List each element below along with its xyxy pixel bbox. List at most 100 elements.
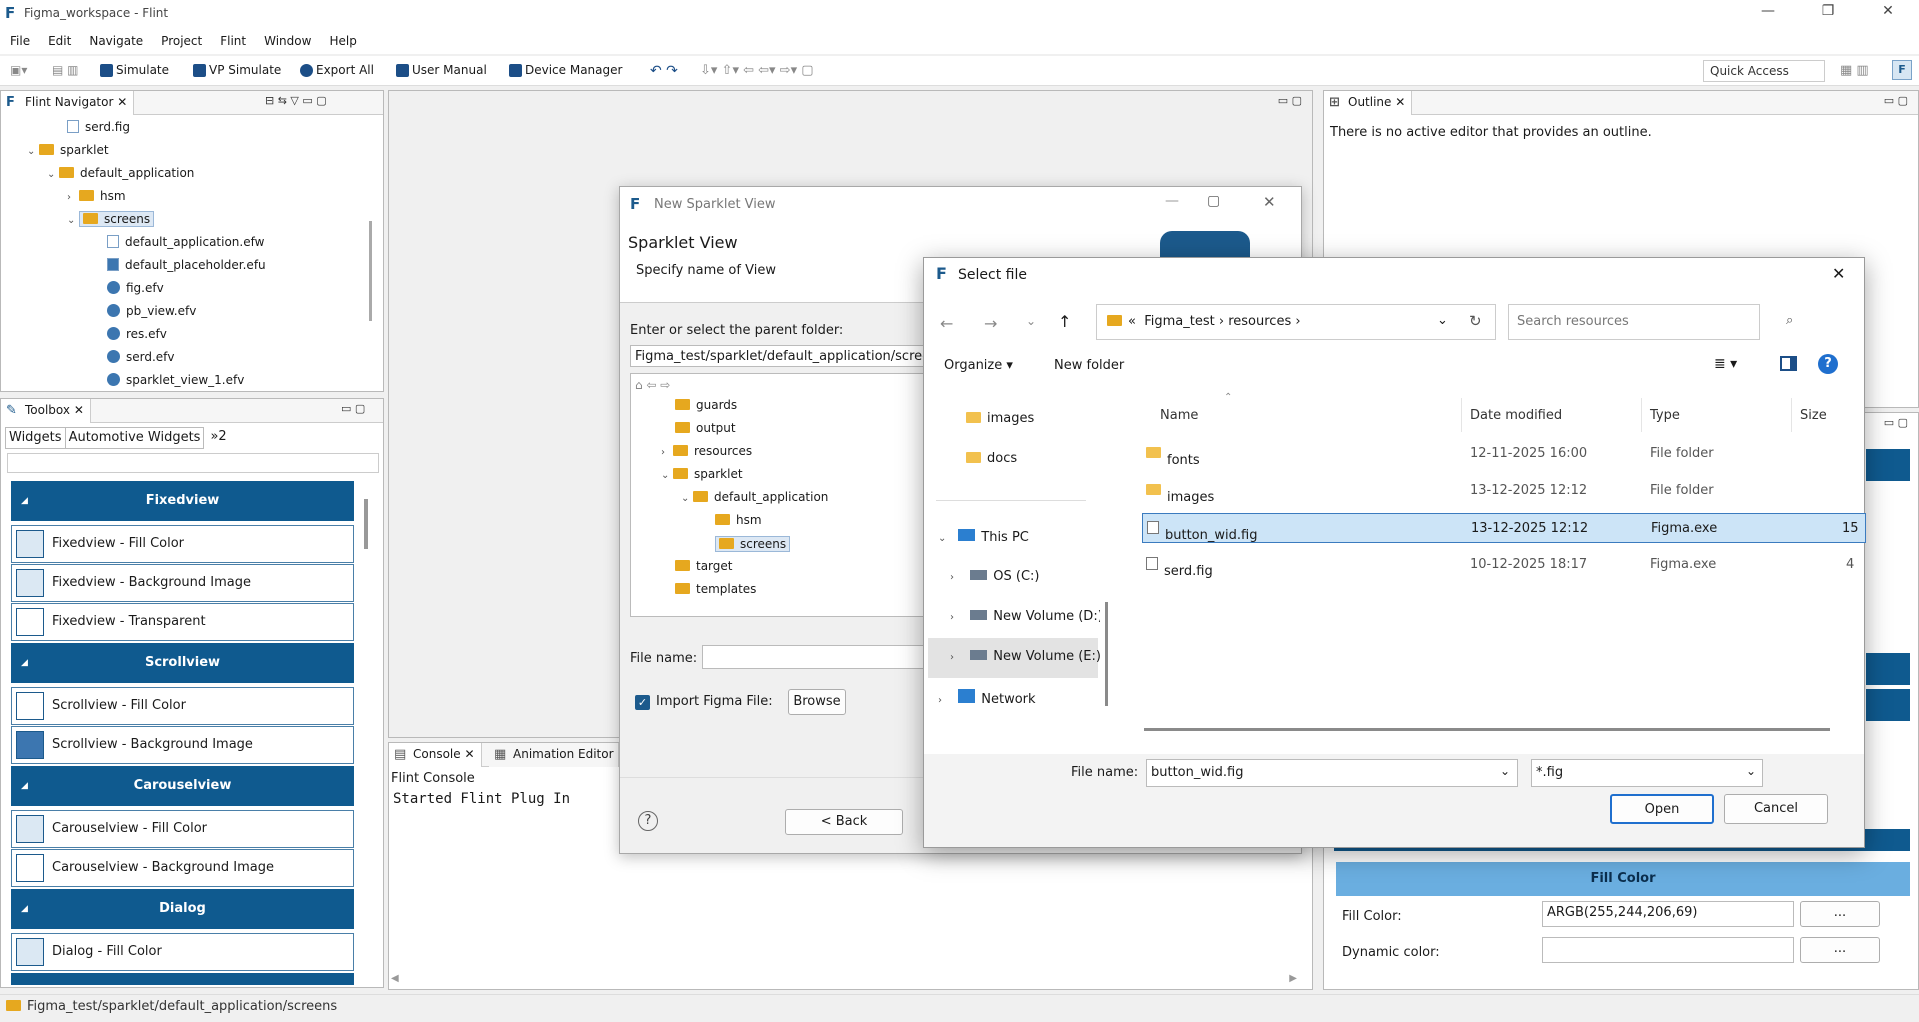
maximize-button[interactable]: ❐	[1813, 3, 1843, 19]
folder-output[interactable]: output	[675, 421, 736, 435]
export-all-button[interactable]: Export All	[300, 63, 374, 77]
section-fixedview[interactable]: ◢ Fixedview	[11, 481, 354, 521]
toolbox-filter-input[interactable]	[7, 453, 379, 473]
section-dialog[interactable]: ◢ Dialog	[11, 889, 354, 929]
column-name[interactable]: Name	[1160, 408, 1198, 423]
tree-item-default-application[interactable]: ⌄ default_application	[47, 166, 194, 180]
tree-toolbar-icon[interactable]: ⌂ ⇦ ⇨	[635, 378, 670, 392]
widget-carouselview-background-image[interactable]: Carouselview - Background Image	[11, 849, 354, 887]
collapse-icon[interactable]: ⊟ ⇆ ▽ ▭ ▢	[265, 94, 327, 107]
organize-button[interactable]: Organize ▾	[944, 358, 1013, 373]
folder-templates[interactable]: templates	[675, 582, 756, 596]
tab-animation-editor[interactable]: ▦ Animation Editor	[489, 743, 619, 767]
section-carouselview[interactable]: ◢ Carouselview	[11, 766, 354, 806]
widget-dialog-fill-color[interactable]: Dialog - Fill Color	[11, 933, 354, 971]
preview-pane-icon[interactable]	[1780, 356, 1797, 371]
file-type-filter[interactable]: *.fig	[1531, 759, 1763, 787]
close-button[interactable]: ✕	[1873, 3, 1903, 19]
browse-button[interactable]: Browse	[788, 689, 846, 715]
menu-project[interactable]: Project	[152, 28, 211, 48]
nav-new-volume-d[interactable]: › New Volume (D:)	[950, 609, 1100, 624]
dynamic-color-input[interactable]	[1542, 937, 1794, 963]
fill-color-input[interactable]: ARGB(255,244,206,69)	[1542, 901, 1794, 927]
tree-item-default-placeholder-efu[interactable]: default_placeholder.efu	[107, 258, 266, 272]
scrollbar[interactable]	[369, 221, 372, 321]
nav-network[interactable]: › Network	[938, 689, 1036, 707]
widget-scrollview-background-image[interactable]: Scrollview - Background Image	[11, 726, 354, 764]
tab-outline[interactable]: ⊞ Outline ✕	[1324, 91, 1413, 115]
tab-automotive-widgets[interactable]: Automotive Widgets	[65, 427, 205, 449]
view-options-icon[interactable]: ≣ ▾	[1714, 356, 1737, 372]
nav-images[interactable]: images	[966, 411, 1034, 426]
file-row-images[interactable]: images 13-12-2025 12:12 File folder	[1146, 476, 1870, 506]
scrollbar[interactable]	[364, 499, 368, 549]
device-manager-button[interactable]: Device Manager	[509, 63, 622, 77]
quick-access-input[interactable]: Quick Access	[1703, 60, 1825, 82]
menu-file[interactable]: File	[0, 28, 39, 48]
horizontal-scrollbar[interactable]: ◀ ▶	[391, 973, 1311, 987]
recent-chevron-icon[interactable]: ⌄	[1026, 314, 1036, 328]
file-name-input[interactable]	[702, 645, 932, 669]
navigation-icon[interactable]: ⇩▾ ⇧▾ ⇦ ⇦▾ ⇨▾ ▢	[700, 63, 814, 78]
minimize-button[interactable]: —	[1753, 3, 1783, 19]
menu-flint[interactable]: Flint	[211, 28, 255, 48]
nav-os-c[interactable]: › OS (C:)	[950, 569, 1039, 584]
tab-flint-navigator[interactable]: F Flint Navigator ✕	[1, 91, 135, 115]
search-input[interactable]: Search resources	[1508, 304, 1760, 340]
minimize-maximize-icon[interactable]: ▭ ▢	[1884, 416, 1908, 429]
file-name-dropdown-icon[interactable]: ⌄	[1500, 764, 1510, 778]
maximize-button[interactable]: ▢	[1207, 193, 1220, 209]
perspective-icon[interactable]: ▦ ▥	[1840, 63, 1869, 78]
widget-scrollview-fill-color[interactable]: Scrollview - Fill Color	[11, 687, 354, 725]
menu-edit[interactable]: Edit	[39, 28, 80, 48]
forward-arrow-icon[interactable]: →	[984, 314, 997, 333]
tab-overflow[interactable]: »2	[204, 427, 232, 449]
file-name-input[interactable]: button_wid.fig	[1146, 759, 1518, 787]
import-figma-checkbox[interactable]: ✓	[635, 695, 650, 710]
save-icon[interactable]: ▤ ▥	[52, 63, 79, 77]
address-bar[interactable]: « Figma_test › resources › ⌄ ↻	[1096, 304, 1496, 340]
minimize-maximize-icon[interactable]: ▭ ▢	[1884, 94, 1908, 107]
column-size[interactable]: Size	[1800, 408, 1827, 423]
parent-folder-input[interactable]: Figma_test/sparklet/default_application/…	[630, 345, 930, 367]
back-arrow-icon[interactable]: ←	[940, 314, 953, 333]
refresh-icon[interactable]: ↻	[1469, 312, 1482, 330]
flint-perspective-icon[interactable]: F	[1892, 60, 1912, 80]
help-icon[interactable]: ?	[638, 811, 658, 831]
help-icon[interactable]: ?	[1818, 354, 1838, 374]
file-list-scrollbar[interactable]	[1144, 728, 1830, 731]
folder-hsm[interactable]: hsm	[715, 513, 762, 527]
up-arrow-icon[interactable]: ↑	[1058, 312, 1071, 331]
tree-item-fig-efv[interactable]: fig.efv	[107, 281, 164, 295]
close-button[interactable]: ✕	[1263, 193, 1276, 211]
fill-color-picker-button[interactable]: ...	[1800, 901, 1880, 927]
tab-toolbox[interactable]: ✎ Toolbox ✕	[1, 399, 91, 423]
undo-redo-icon[interactable]: ↶ ↷	[650, 63, 678, 79]
file-row-fonts[interactable]: fonts 12-11-2025 16:00 File folder	[1146, 439, 1870, 469]
widget-carouselview-fill-color[interactable]: Carouselview - Fill Color	[11, 810, 354, 848]
folder-default-application[interactable]: ⌄ default_application	[681, 490, 828, 504]
tree-item-res-efv[interactable]: res.efv	[107, 327, 167, 341]
tab-console[interactable]: ▤ Console ✕	[389, 743, 482, 767]
dynamic-color-picker-button[interactable]: ...	[1800, 937, 1880, 963]
simulate-button[interactable]: Simulate	[100, 63, 169, 77]
folder-sparklet[interactable]: ⌄ sparklet	[661, 467, 743, 481]
tree-item-serd-fig[interactable]: serd.fig	[67, 120, 130, 134]
folder-screens[interactable]: screens	[715, 536, 791, 552]
nav-docs[interactable]: docs	[966, 451, 1017, 466]
folder-target[interactable]: target	[675, 559, 733, 573]
new-folder-button[interactable]: New folder	[1054, 358, 1124, 373]
nav-this-pc[interactable]: ⌄ This PC	[938, 529, 1029, 545]
section-scrollview[interactable]: ◢ Scrollview	[11, 643, 354, 683]
column-type[interactable]: Type	[1650, 408, 1680, 423]
address-dropdown-icon[interactable]: ⌄	[1437, 313, 1448, 328]
menu-help[interactable]: Help	[320, 28, 365, 48]
nav-scrollbar[interactable]	[1105, 602, 1108, 706]
tab-widgets[interactable]: Widgets	[5, 427, 66, 449]
tree-item-sparklet-view-1-efv[interactable]: sparklet_view_1.efv	[107, 373, 244, 387]
widget-fixedview-transparent[interactable]: Fixedview - Transparent	[11, 603, 354, 641]
column-date-modified[interactable]: Date modified	[1470, 408, 1562, 423]
nav-new-volume-e[interactable]: › New Volume (E:)	[950, 649, 1100, 664]
tree-item-pb-view-efv[interactable]: pb_view.efv	[107, 304, 196, 318]
tree-item-screens[interactable]: ⌄ screens	[67, 211, 155, 227]
